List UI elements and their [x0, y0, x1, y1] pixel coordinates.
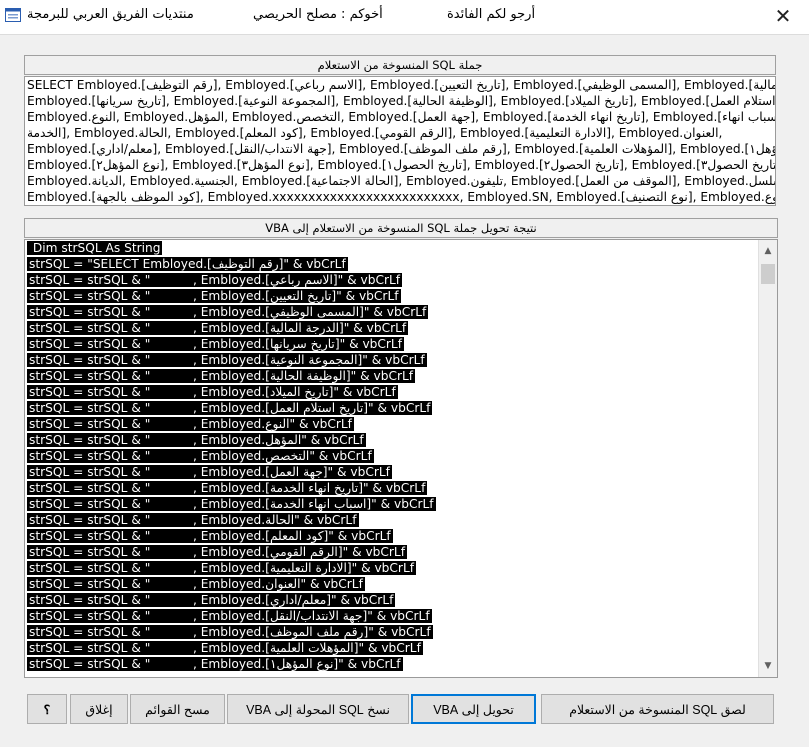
vba-code-line: strSQL = strSQL & " , Embloyed.[تاريخ ان… [27, 480, 758, 496]
vba-code-line: strSQL = strSQL & " , Embloyed.[المجموعة… [27, 352, 758, 368]
vba-code-text: strSQL = strSQL & " , Embloyed.[المجموعة… [27, 353, 427, 367]
title-bar: منتديات الفريق العربي للبرمجة أخوكم : مص… [0, 0, 809, 35]
sql-line: Embloyed.النوع, Embloyed.المؤهل, Embloye… [27, 110, 775, 124]
vba-code-text: Dim strSQL As String [27, 241, 163, 255]
sql-line: الخدمة], Embloyed.الحالة, Embloyed.[كود … [27, 126, 723, 140]
vba-code-line: strSQL = strSQL & " , Embloyed.[تاريخ ال… [27, 288, 758, 304]
vba-code-text: strSQL = strSQL & " , Embloyed.[اسباب ان… [27, 497, 436, 511]
vba-code-line: strSQL = strSQL & " , Embloyed.الحالة" &… [27, 512, 758, 528]
vba-code-line: strSQL = strSQL & " , Embloyed.[تاريخ ال… [27, 384, 758, 400]
close-button[interactable]: إغلاق [70, 694, 128, 724]
vba-code-line: strSQL = strSQL & " , Embloyed.[كود المع… [27, 528, 758, 544]
title-wish: أرجو لكم الفائدة [447, 7, 536, 22]
vba-code-line: strSQL = strSQL & " , Embloyed.[اسباب ان… [27, 496, 758, 512]
vba-section-label: نتيجة تحويل جملة SQL المنسوخة من الاستعل… [24, 218, 778, 238]
vba-code-text: strSQL = strSQL & " , Embloyed.[جهة الان… [27, 609, 432, 623]
vba-code-text: strSQL = strSQL & " , Embloyed.[الدرجة ا… [27, 321, 409, 335]
vba-code-line: strSQL = strSQL & " , Embloyed.[معلم/ادا… [27, 592, 758, 608]
vba-code-text: strSQL = strSQL & " , Embloyed.النوع" & … [27, 417, 354, 431]
vba-code-line: strSQL = "SELECT Embloyed.[رقم التوظيف]"… [27, 256, 758, 272]
scroll-down-icon[interactable]: ▼ [759, 657, 777, 675]
vba-code-line: strSQL = strSQL & " , Embloyed.التخصص" &… [27, 448, 758, 464]
copy-vba-button[interactable]: نسخ SQL المحولة إلى VBA [227, 694, 409, 724]
close-icon: ✕ [774, 4, 792, 28]
sql-line: Embloyed.[تاريخ سريانها], Embloyed.[المج… [27, 94, 775, 108]
close-window-button[interactable]: ✕ [769, 3, 797, 29]
vertical-scrollbar[interactable]: ▲ ▼ [758, 240, 777, 677]
vba-code-text: strSQL = strSQL & " , Embloyed.[تاريخ ال… [27, 385, 398, 399]
vba-code-text: strSQL = strSQL & " , Embloyed.[معلم/ادا… [27, 593, 396, 607]
vba-code-text: strSQL = strSQL & " , Embloyed.[نوع المؤ… [27, 657, 403, 671]
vba-code-line: strSQL = strSQL & " , Embloyed.[الوظيفة … [27, 368, 758, 384]
vba-code-line: Dim strSQL As String [27, 240, 758, 256]
sql-input-textbox[interactable]: SELECT Embloyed.[رقم التوظيف], Embloyed.… [24, 76, 776, 206]
vba-code-text: strSQL = strSQL & " , Embloyed.[تاريخ ال… [27, 289, 401, 303]
vba-code-line: strSQL = strSQL & " , Embloyed.[المسمى ا… [27, 304, 758, 320]
vba-code-text: strSQL = strSQL & " , Embloyed.[الادارة … [27, 561, 417, 575]
sql-line: SELECT Embloyed.[رقم التوظيف], Embloyed.… [27, 78, 775, 92]
vba-code-text: strSQL = strSQL & " , Embloyed.الحالة" &… [27, 513, 359, 527]
title-author: أخوكم : مصلح الحريصي [253, 7, 383, 22]
sql-section-label: جملة SQL المنسوخة من الاستعلام [24, 55, 776, 75]
vba-code-line: strSQL = strSQL & " , Embloyed.[الادارة … [27, 560, 758, 576]
vba-code-text: strSQL = "SELECT Embloyed.[رقم التوظيف]"… [27, 257, 348, 271]
vba-code-text: strSQL = strSQL & " , Embloyed.[الرقم ال… [27, 545, 407, 559]
vba-code-text: strSQL = strSQL & " , Embloyed.[رقم ملف … [27, 625, 433, 639]
vba-code-area: Dim strSQL As String strSQL = "SELECT Emb… [25, 240, 758, 677]
vba-code-text: strSQL = strSQL & " , Embloyed.[تاريخ اس… [27, 401, 433, 415]
vba-code-line: strSQL = strSQL & " , Embloyed.[المؤهلات… [27, 640, 758, 656]
scroll-up-icon[interactable]: ▲ [759, 242, 777, 260]
vba-output-textbox[interactable]: Dim strSQL As String strSQL = "SELECT Emb… [24, 239, 778, 678]
vba-code-text: strSQL = strSQL & " , Embloyed.[الوظيفة … [27, 369, 416, 383]
vba-code-text: strSQL = strSQL & " , Embloyed.[المؤهلات… [27, 641, 423, 655]
title-forum: منتديات الفريق العربي للبرمجة [27, 7, 194, 22]
vba-code-text: strSQL = strSQL & " , Embloyed.[كود المع… [27, 529, 393, 543]
sql-line: Embloyed.[كود الموظف بالجهة], Embloyed.x… [27, 190, 775, 204]
sql-line: Embloyed.الديانة, Embloyed.الجنسية, Embl… [27, 174, 775, 188]
vba-code-text: strSQL = strSQL & " , Embloyed.المؤهل" &… [27, 433, 366, 447]
vba-code-line: strSQL = strSQL & " , Embloyed.[الرقم ال… [27, 544, 758, 560]
vba-code-line: strSQL = strSQL & " , Embloyed.[رقم ملف … [27, 624, 758, 640]
vba-code-line: strSQL = strSQL & " , Embloyed.العنوان" … [27, 576, 758, 592]
vba-code-text: strSQL = strSQL & " , Embloyed.[تاريخ سر… [27, 337, 404, 351]
sql-line: Embloyed.[نوع المؤهل٢], Embloyed.[نوع ال… [27, 158, 775, 172]
paste-sql-button[interactable]: لصق SQL المنسوخة من الاستعلام [541, 694, 774, 724]
vba-code-text: strSQL = strSQL & " , Embloyed.[جهة العم… [27, 465, 392, 479]
vba-code-line: strSQL = strSQL & " , Embloyed.النوع" & … [27, 416, 758, 432]
vba-code-line: strSQL = strSQL & " , Embloyed.[نوع المؤ… [27, 656, 758, 672]
convert-to-vba-button[interactable]: تحويل إلى VBA [411, 694, 536, 724]
clear-lists-button[interactable]: مسح القوائم [130, 694, 225, 724]
vba-code-line: strSQL = strSQL & " , Embloyed.[الاسم رب… [27, 272, 758, 288]
vba-code-line: strSQL = strSQL & " , Embloyed.[تاريخ سر… [27, 336, 758, 352]
vba-code-line: strSQL = strSQL & " , Embloyed.[جهة العم… [27, 464, 758, 480]
vba-code-text: strSQL = strSQL & " , Embloyed.[المسمى ا… [27, 305, 429, 319]
vba-code-line: strSQL = strSQL & " , Embloyed.[الدرجة ا… [27, 320, 758, 336]
vba-code-line: strSQL = strSQL & " , Embloyed.المؤهل" &… [27, 432, 758, 448]
vba-code-text: strSQL = strSQL & " , Embloyed.التخصص" &… [27, 449, 374, 463]
vba-code-text: strSQL = strSQL & " , Embloyed.[تاريخ ان… [27, 481, 428, 495]
vba-code-text: strSQL = strSQL & " , Embloyed.[الاسم رب… [27, 273, 403, 287]
scroll-thumb[interactable] [761, 264, 775, 284]
vba-code-line: strSQL = strSQL & " , Embloyed.[تاريخ اس… [27, 400, 758, 416]
vba-code-line: strSQL = strSQL & " , Embloyed.[جهة الان… [27, 608, 758, 624]
help-button[interactable]: ؟ [27, 694, 67, 724]
vba-code-text: strSQL = strSQL & " , Embloyed.العنوان" … [27, 577, 365, 591]
app-form-icon [5, 8, 21, 22]
sql-line: Embloyed.[معلم/اداري], Embloyed.[جهة الا… [27, 142, 775, 156]
